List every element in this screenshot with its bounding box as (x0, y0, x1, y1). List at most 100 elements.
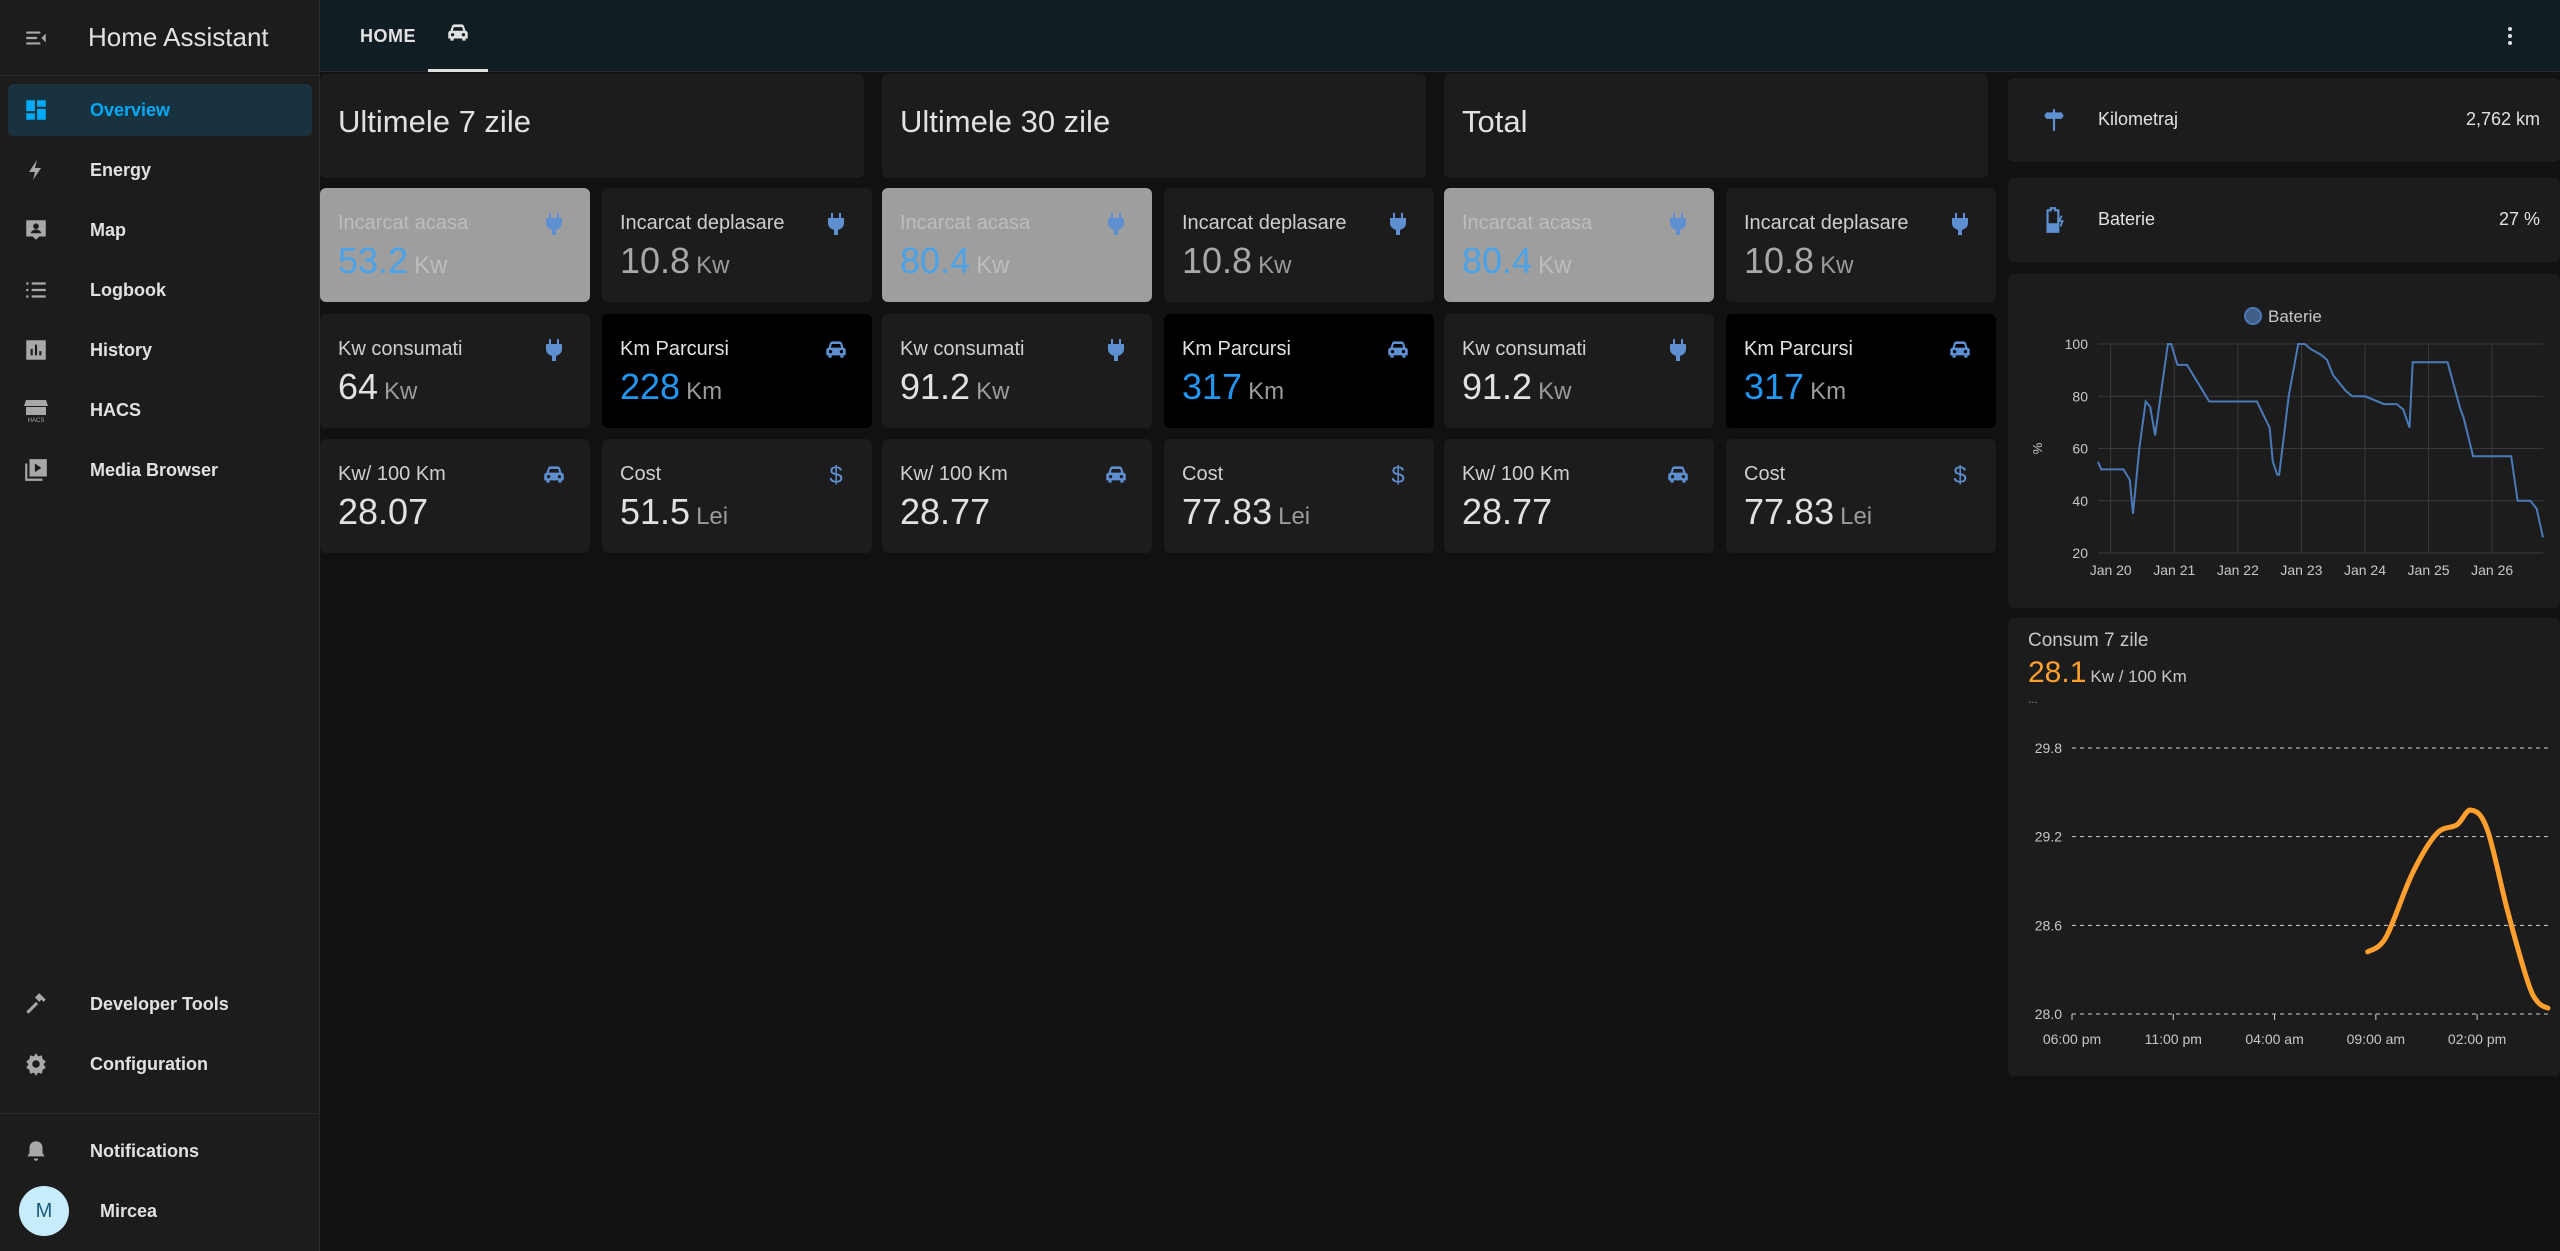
legend-label: Baterie (2268, 307, 2322, 326)
sidebar-item-developer-tools[interactable]: Developer Tools (8, 978, 312, 1030)
entity-name: Baterie (2098, 209, 2156, 229)
consumption-card: Consum 7 zile 28.1 Kw / 100 Km ... 28.0 2… (2008, 618, 2560, 1076)
stat-tile[interactable]: Km Parcursi 317 Km (1726, 314, 1996, 428)
sidebar-item-label: HACS (90, 399, 142, 420)
stat-tile[interactable]: Cost 77.83 Lei $ (1726, 439, 1996, 553)
entity-value: 2,762 km (2465, 109, 2540, 129)
column-header-card: Ultimele 30 zile (882, 74, 1426, 178)
stat-tile-unit: Lei (1278, 503, 1311, 530)
stat-tile[interactable]: Kw consumati 64 Kw (320, 314, 590, 428)
stat-tile-value: 64 (338, 366, 379, 407)
stat-tile-name: Kw/ 100 Km (900, 463, 1008, 485)
svg-text:$: $ (829, 462, 842, 488)
series-line-baterie (2097, 343, 2544, 538)
dollar-icon: $ (1946, 461, 1974, 489)
stat-tile-value: 28.77 (900, 491, 991, 532)
series-line-consum (2365, 807, 2551, 1011)
stat-tile-value: 10.8 (1182, 240, 1253, 281)
sidebar-divider (0, 1113, 320, 1114)
stat-tile-name: Kw/ 100 Km (338, 463, 446, 485)
stat-tile-value: 51.5 (620, 491, 691, 532)
sidebar-item-hacs[interactable]: HACS HACS (8, 384, 312, 436)
stat-tile[interactable]: Kw consumati 91.2 Kw (1444, 314, 1714, 428)
stat-tile[interactable]: Incarcat deplasare 10.8 Kw (1164, 188, 1434, 302)
y-tick-label: 29.8 (2035, 740, 2062, 756)
stat-tile-value-row: 53.2 Kw (338, 240, 447, 282)
sidebar-item-energy[interactable]: Energy (8, 144, 312, 196)
x-tick-label: Jan 22 (2217, 562, 2259, 578)
sidebar-footer: Notifications M Mircea (0, 1125, 320, 1245)
stat-tile[interactable]: Incarcat deplasare 10.8 Kw (602, 188, 872, 302)
stat-tile-value: 28.77 (1462, 491, 1553, 532)
chart-box-icon (22, 336, 50, 364)
sidebar-item-media-browser[interactable]: Media Browser (8, 444, 312, 496)
stat-tile-value: 28.07 (338, 491, 429, 532)
stat-tile-value-row: 91.2 Kw (1462, 366, 1571, 408)
sidebar-item-label: Overview (90, 99, 171, 120)
entity-row-baterie[interactable]: Baterie 27 % (2008, 178, 2560, 262)
sidebar-item-notifications[interactable]: Notifications (8, 1125, 312, 1177)
stat-tile-name: Cost (620, 463, 662, 485)
stat-tile[interactable]: Incarcat acasa 53.2 Kw (320, 188, 590, 302)
car-icon (1102, 461, 1130, 489)
consumption-chart: 28.0 28.6 29.2 29.8 06:00 pm 11:00 pm 04:00 am… (2035, 740, 2551, 1047)
sidebar-item-label: Energy (90, 159, 152, 180)
sidebar-item-logbook[interactable]: Logbook (8, 264, 312, 316)
car-icon (822, 336, 850, 364)
stat-tile-unit: Kw (696, 252, 730, 279)
sidebar-item-label: History (90, 339, 153, 360)
tab-home[interactable]: HOME (360, 0, 416, 72)
stat-tile[interactable]: Cost 51.5 Lei $ (602, 439, 872, 553)
avatar: M (19, 1186, 69, 1236)
stat-tile[interactable]: Km Parcursi 228 Km (602, 314, 872, 428)
sidebar-item-label: Notifications (90, 1140, 200, 1161)
stat-tile-value-row: 317 Km (1744, 366, 1846, 408)
sidebar-user-name: Mircea (100, 1200, 158, 1221)
stat-tile[interactable]: Incarcat acasa 80.4 Kw (1444, 188, 1714, 302)
sidebar: Home Assistant Overview Energy Map Logbo… (0, 0, 320, 1251)
sidebar-item-history[interactable]: History (8, 324, 312, 376)
stat-tile[interactable]: Kw consumati 91.2 Kw (882, 314, 1152, 428)
stat-tile-value-row: 10.8 Kw (1182, 240, 1291, 282)
stat-tile[interactable]: Incarcat acasa 80.4 Kw (882, 188, 1152, 302)
column-title: Ultimele 30 zile (900, 104, 1111, 139)
more-options-icon[interactable] (2496, 22, 2524, 50)
stat-tile[interactable]: Cost 77.83 Lei $ (1164, 439, 1434, 553)
stat-tile[interactable]: Kw/ 100 Km 28.77 (1444, 439, 1714, 553)
stat-tile-value-row: 64 Kw (338, 366, 417, 408)
plug-icon (540, 336, 568, 364)
stat-tile[interactable]: Incarcat deplasare 10.8 Kw (1726, 188, 1996, 302)
entity-value: 27 % (2498, 209, 2540, 229)
app-root: Home Assistant Overview Energy Map Logbo… (0, 0, 2560, 1251)
stat-tile-value-row: 228 Km (620, 366, 722, 408)
sidebar-item-user[interactable]: M Mircea (8, 1185, 312, 1237)
sidebar-item-label: Map (90, 219, 126, 240)
tab-car[interactable] (428, 0, 488, 72)
sidebar-item-label: Logbook (90, 279, 166, 300)
stat-tile-value: 77.83 (1182, 491, 1273, 532)
plug-icon (540, 210, 568, 238)
sidebar-item-map[interactable]: Map (8, 204, 312, 256)
column-header-card: Total (1444, 74, 1988, 178)
entity-row-kilometraj[interactable]: Kilometraj 2,762 km (2008, 78, 2560, 162)
stat-tile-name: Cost (1744, 463, 1786, 485)
x-tick-label: Jan 21 (2153, 562, 2195, 578)
x-tick-label: 04:00 am (2245, 1031, 2303, 1047)
stat-tile[interactable]: Kw/ 100 Km 28.77 (882, 439, 1152, 553)
stat-tile[interactable]: Kw/ 100 Km 28.07 (320, 439, 590, 553)
sidebar-item-overview[interactable]: Overview (8, 84, 312, 136)
menu-collapse-icon[interactable] (20, 22, 52, 54)
sidebar-item-configuration[interactable]: Configuration (8, 1038, 312, 1090)
sidebar-nav: Overview Energy Map Logbook History HACS… (0, 84, 320, 504)
stat-tile[interactable]: Km Parcursi 317 Km (1164, 314, 1434, 428)
stat-tile-value: 53.2 (338, 240, 409, 281)
car-icon (445, 19, 471, 50)
y-tick-label: 60 (2072, 441, 2088, 457)
stat-tile-unit: Kw (976, 378, 1010, 405)
stat-tile-value: 91.2 (1462, 366, 1533, 407)
column-title: Ultimele 7 zile (338, 104, 531, 139)
stat-tile-unit: Lei (1840, 503, 1873, 530)
map-account-icon (22, 216, 50, 244)
plug-icon (1102, 336, 1130, 364)
stat-tile-name: Incarcat deplasare (1182, 212, 1347, 234)
